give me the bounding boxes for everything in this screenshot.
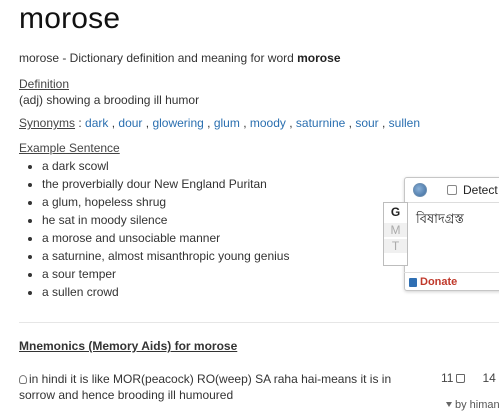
mnemonic-body: in hindi it is like MOR(peacock) RO(weep… <box>19 372 392 402</box>
intro-prefix: morose - Dictionary definition and meani… <box>19 51 298 65</box>
definition-label: Definition <box>19 77 70 91</box>
example-item: a saturnine, almost misanthropic young g… <box>42 247 289 265</box>
next-count: 14 <box>482 371 496 385</box>
translation-text: বিষাদগ্রস্ত <box>416 212 464 227</box>
donate-link[interactable]: Donate <box>420 276 457 288</box>
synonym-link-glowering[interactable]: glowering <box>152 116 203 130</box>
definition-text: (adj) showing a brooding ill humor <box>19 93 200 107</box>
example-list: a dark scowl the proverbially dour New E… <box>22 157 289 301</box>
synonym-link-sour[interactable]: sour <box>355 116 378 130</box>
mnemonic-byline: by himan <box>446 399 499 411</box>
mnemonic-votes: 11 14 <box>441 371 496 385</box>
synonym-link-dark[interactable]: dark <box>85 116 108 130</box>
word-title: morose <box>19 2 121 35</box>
synonym-link-dour[interactable]: dour <box>118 116 142 130</box>
tab-microsoft[interactable]: M <box>384 223 407 237</box>
synonyms-label: Synonyms <box>19 116 76 130</box>
synonym-link-saturnine[interactable]: saturnine <box>296 116 345 130</box>
example-item: a glum, hopeless shrug <box>42 193 289 211</box>
mnemonics-heading: Mnemonics (Memory Aids) for morose <box>19 339 238 353</box>
tab-google[interactable]: G <box>384 205 407 219</box>
synonyms-separator: : <box>75 116 86 130</box>
intro-word: morose <box>297 51 341 65</box>
example-item: the proverbially dour New England Purita… <box>42 175 289 193</box>
example-sentence-label: Example Sentence <box>19 141 120 155</box>
synonyms-row: Synonyms : dark , dour , glowering , glu… <box>19 116 421 130</box>
translator-logo-icon[interactable] <box>413 183 427 197</box>
example-item: he sat in moody silence <box>42 211 289 229</box>
donate-row: Donate <box>404 272 499 291</box>
lightbulb-icon <box>19 375 27 384</box>
section-divider <box>19 322 499 323</box>
mnemonic-text: in hindi it is like MOR(peacock) RO(weep… <box>19 371 419 403</box>
like-count: 11 <box>441 371 454 385</box>
paypal-icon <box>409 278 417 287</box>
example-item: a morose and unsociable manner <box>42 229 289 247</box>
example-item: a sour temper <box>42 265 289 283</box>
thumbs-up-icon[interactable] <box>456 374 466 383</box>
translator-tabs: G M T <box>383 202 408 266</box>
example-item: a dark scowl <box>42 157 289 175</box>
intro-line: morose - Dictionary definition and meani… <box>19 51 341 65</box>
synonym-link-sullen[interactable]: sullen <box>389 116 420 130</box>
triangle-down-icon <box>446 402 452 407</box>
translator-toolbar: Detect <box>405 178 499 203</box>
tab-translator[interactable]: T <box>384 239 407 253</box>
byline-text[interactable]: by himan <box>455 399 499 411</box>
detect-label: Detect <box>463 183 498 197</box>
example-item: a sullen crowd <box>42 283 289 301</box>
detect-checkbox[interactable] <box>447 185 457 195</box>
synonym-link-moody[interactable]: moody <box>250 116 286 130</box>
synonym-link-glum[interactable]: glum <box>214 116 240 130</box>
